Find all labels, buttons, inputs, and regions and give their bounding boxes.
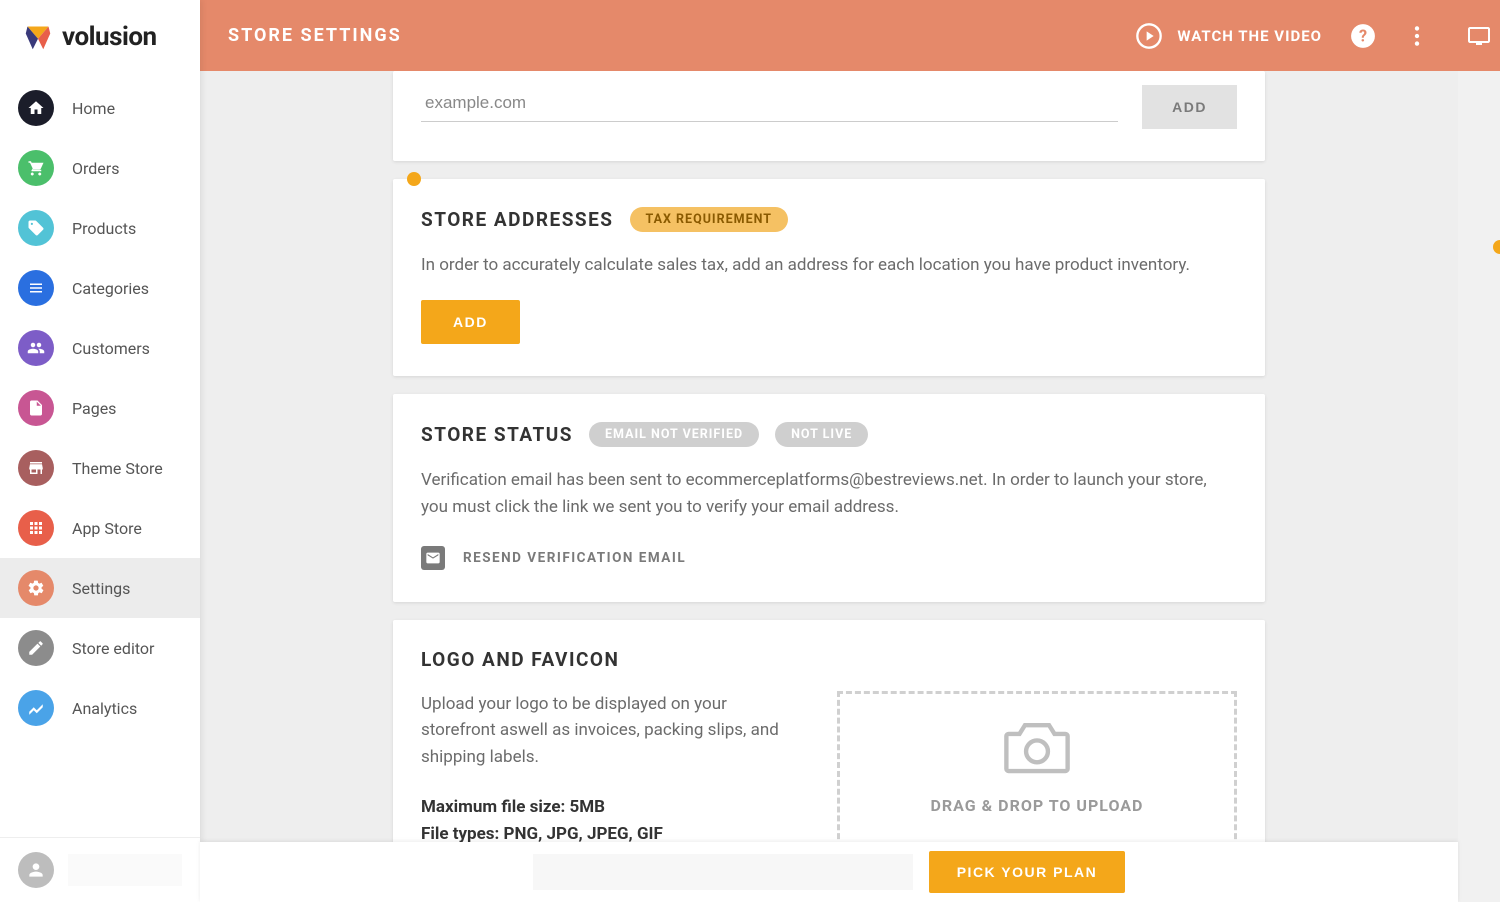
resend-label: RESEND VERIFICATION EMAIL — [463, 550, 686, 566]
rail-indicator-dot — [1493, 240, 1500, 254]
not-live-badge: NOT LIVE — [775, 422, 868, 447]
sidebar-item-pages[interactable]: Pages — [0, 378, 200, 438]
sidebar-item-label: Orders — [72, 159, 119, 178]
user-avatar[interactable] — [18, 852, 54, 888]
more-vert-icon[interactable] — [1404, 23, 1430, 49]
main-content: ADD STORE ADDRESSES TAX REQUIREMENT In o… — [200, 71, 1458, 902]
sidebar: volusion Home Orders Products Categories Cus… — [0, 0, 200, 902]
sidebar-item-label: Categories — [72, 279, 149, 298]
pick-plan-button[interactable]: PICK YOUR PLAN — [929, 851, 1126, 893]
logo-dropzone[interactable]: DRAG & DROP TO UPLOAD — [837, 691, 1237, 848]
sidebar-item-app-store[interactable]: App Store — [0, 498, 200, 558]
sidebar-item-label: Pages — [72, 399, 116, 418]
sidebar-item-products[interactable]: Products — [0, 198, 200, 258]
page-title: STORE SETTINGS — [228, 25, 1135, 46]
resend-verification-button[interactable]: RESEND VERIFICATION EMAIL — [421, 546, 1237, 570]
cart-icon — [18, 150, 54, 186]
gear-icon — [18, 570, 54, 606]
store-status-title: STORE STATUS — [421, 423, 573, 446]
store-addresses-body: In order to accurately calculate sales t… — [421, 252, 1237, 278]
help-icon[interactable]: ? — [1350, 23, 1376, 49]
preview-button[interactable] — [1458, 0, 1500, 71]
topbar: STORE SETTINGS WATCH THE VIDEO ? — [200, 0, 1458, 71]
card-store-addresses: STORE ADDRESSES TAX REQUIREMENT In order… — [393, 179, 1265, 376]
sidebar-item-label: Store editor — [72, 639, 154, 658]
sidebar-item-label: Home — [72, 99, 115, 118]
add-address-button[interactable]: ADD — [421, 300, 520, 344]
sidebar-item-settings[interactable]: Settings — [0, 558, 200, 618]
sidebar-item-label: Settings — [72, 579, 130, 598]
pencil-icon — [18, 630, 54, 666]
email-not-verified-badge: EMAIL NOT VERIFIED — [589, 422, 759, 447]
sidebar-item-label: Products — [72, 219, 136, 238]
add-domain-button[interactable]: ADD — [1142, 85, 1237, 129]
camera-icon — [1002, 718, 1072, 776]
apps-icon — [18, 510, 54, 546]
store-addresses-title: STORE ADDRESSES — [421, 208, 614, 231]
volusion-mark-icon — [24, 23, 52, 51]
footer-slot — [68, 854, 182, 886]
logo-description: Upload your logo to be displayed on your… — [421, 691, 797, 770]
logo-favicon-title: LOGO AND FAVICON — [421, 648, 619, 671]
sidebar-item-label: Analytics — [72, 699, 137, 718]
sidebar-item-label: App Store — [72, 519, 142, 538]
brand-logo[interactable]: volusion — [0, 0, 200, 78]
card-store-status: STORE STATUS EMAIL NOT VERIFIED NOT LIVE… — [393, 394, 1265, 602]
bottombar: PICK YOUR PLAN — [200, 842, 1458, 902]
monitor-icon — [1467, 24, 1491, 48]
store-icon — [18, 450, 54, 486]
dropzone-label: DRAG & DROP TO UPLOAD — [860, 796, 1214, 815]
chart-icon — [18, 690, 54, 726]
right-rail — [1458, 0, 1500, 902]
store-status-body: Verification email has been sent to ecom… — [421, 467, 1237, 520]
domain-input[interactable] — [421, 85, 1118, 122]
sidebar-item-categories[interactable]: Categories — [0, 258, 200, 318]
sidebar-item-home[interactable]: Home — [0, 78, 200, 138]
attention-dot — [407, 172, 421, 186]
play-circle-icon — [1135, 22, 1163, 50]
sidebar-nav: Home Orders Products Categories Customers Pag… — [0, 78, 200, 837]
mail-icon — [421, 546, 445, 570]
page-icon — [18, 390, 54, 426]
watch-video-label: WATCH THE VIDEO — [1177, 27, 1322, 45]
card-domains: ADD — [393, 71, 1265, 161]
sidebar-footer — [0, 837, 200, 902]
sidebar-item-store-editor[interactable]: Store editor — [0, 618, 200, 678]
svg-text:?: ? — [1359, 26, 1367, 45]
topbar-actions: WATCH THE VIDEO ? — [1135, 22, 1430, 50]
tax-requirement-badge: TAX REQUIREMENT — [630, 207, 789, 232]
people-icon — [18, 330, 54, 366]
watch-video-button[interactable]: WATCH THE VIDEO — [1135, 22, 1322, 50]
sidebar-item-label: Theme Store — [72, 459, 163, 478]
person-icon — [26, 860, 46, 880]
sidebar-item-customers[interactable]: Customers — [0, 318, 200, 378]
logo-meta: Maximum file size: 5MB File types: PNG, … — [421, 794, 797, 848]
sidebar-item-theme-store[interactable]: Theme Store — [0, 438, 200, 498]
tag-icon — [18, 210, 54, 246]
plan-selector-slot[interactable] — [533, 854, 913, 890]
brand-name: volusion — [62, 22, 157, 52]
sidebar-item-analytics[interactable]: Analytics — [0, 678, 200, 738]
sidebar-item-orders[interactable]: Orders — [0, 138, 200, 198]
home-icon — [18, 90, 54, 126]
list-icon — [18, 270, 54, 306]
sidebar-item-label: Customers — [72, 339, 150, 358]
